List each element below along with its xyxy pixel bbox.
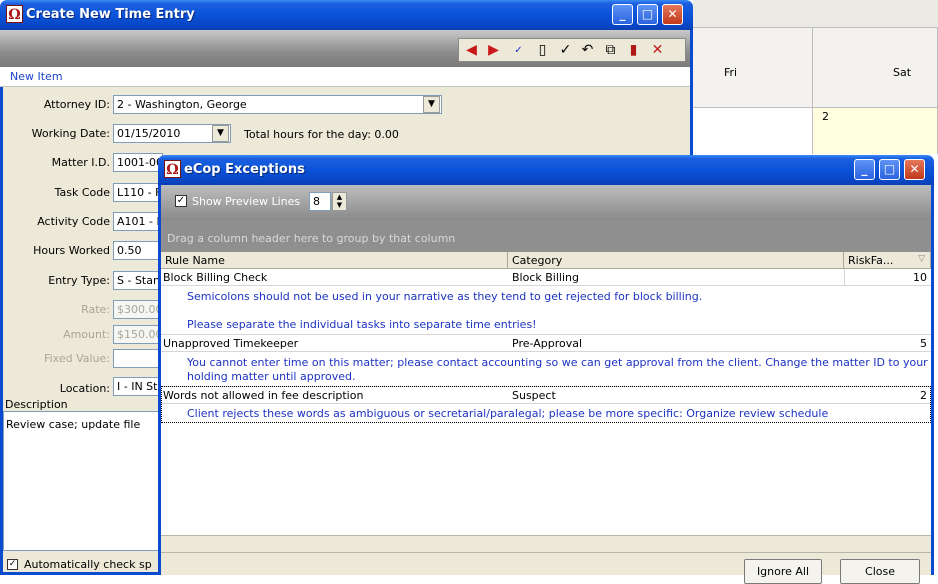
- time-entry-titlebar[interactable]: Ω Create New Time Entry _ □ ✕: [0, 0, 693, 30]
- activity-code-field[interactable]: A101 - F: [113, 212, 163, 231]
- activity-code-label: Activity Code: [37, 215, 110, 228]
- row-category: Pre-Approval: [512, 337, 583, 350]
- preview-lines-field[interactable]: 8: [309, 192, 331, 211]
- rule-name-header-text: Rule Name: [165, 254, 225, 267]
- row-preview-text: holding matter until approved.: [187, 370, 356, 383]
- sort-descending-icon: ▽: [918, 254, 925, 264]
- window-title: Create New Time Entry: [26, 7, 195, 22]
- row-rule-name: Unapproved Timekeeper: [163, 337, 299, 350]
- location-field[interactable]: I - IN Sta: [113, 377, 163, 396]
- new-item-bar: New Item: [0, 67, 690, 87]
- description-label: Description: [5, 398, 68, 411]
- row-preview-text: Please separate the individual tasks int…: [187, 318, 537, 331]
- calendar-day-header-fri: Fri: [693, 28, 813, 108]
- left-arrow-icon[interactable]: ◀: [462, 42, 481, 59]
- working-date-label: Working Date:: [31, 127, 110, 140]
- hours-worked-field[interactable]: 0.50: [113, 241, 163, 260]
- spellcheck-icon[interactable]: ✓: [509, 42, 528, 59]
- table-row[interactable]: Unapproved Timekeeper Pre-Approval 5: [161, 335, 931, 352]
- matter-id-label: Matter I.D.: [51, 156, 110, 169]
- table-row[interactable]: Block Billing Check Block Billing 10: [161, 269, 931, 286]
- auto-check-checkbox[interactable]: ✓: [7, 559, 18, 570]
- new-document-icon[interactable]: ▯: [533, 42, 552, 59]
- row-rule-name: Words not allowed in fee description: [163, 389, 364, 402]
- task-code-label: Task Code: [54, 186, 110, 199]
- amount-field: $150.00: [113, 325, 163, 344]
- attorney-id-label: Attorney ID:: [43, 98, 110, 111]
- calendar-cell-fri[interactable]: [693, 108, 813, 154]
- ecop-exceptions-dialog: Ω eCop Exceptions _ □ ✕ ✓ Show Preview L…: [158, 155, 934, 584]
- total-hours-text: Total hours for the day: 0.00: [244, 128, 399, 141]
- row-preview-text: You cannot enter time on this matter; pl…: [187, 356, 928, 369]
- table-row[interactable]: Words not allowed in fee description Sus…: [161, 387, 931, 404]
- auto-check-label: Automatically check sp: [24, 558, 152, 571]
- row-preview-text: Semicolons should not be used in your na…: [187, 290, 703, 303]
- preview-lines-spinner[interactable]: ▲ ▼: [332, 192, 347, 211]
- checkmark-icon[interactable]: ✓: [556, 42, 575, 59]
- close-label: Close: [865, 565, 895, 578]
- description-textarea[interactable]: Review case; update file: [3, 411, 163, 551]
- omega-app-icon: Ω: [164, 160, 181, 178]
- row-preview-text: Client rejects these words as ambiguous …: [187, 407, 829, 420]
- matter-id-field[interactable]: 1001-00: [113, 153, 163, 172]
- description-text: Review case; update file: [6, 418, 141, 431]
- maximize-button[interactable]: □: [637, 4, 658, 25]
- calendar-top-strip: [693, 0, 938, 28]
- entry-type-field[interactable]: S - Stan: [113, 271, 163, 290]
- show-preview-checkbox[interactable]: ✓: [175, 195, 187, 207]
- split-icon[interactable]: ⧉: [601, 42, 620, 59]
- right-arrow-icon[interactable]: ▶: [484, 42, 503, 59]
- fixed-value-label: Fixed Value:: [44, 352, 110, 365]
- row-category: Block Billing: [512, 271, 579, 284]
- risk-header-text: RiskFa...: [848, 254, 894, 267]
- rate-label: Rate:: [81, 303, 110, 316]
- day-label-sat: Sat: [893, 66, 912, 79]
- row-category: Suspect: [512, 389, 556, 402]
- exceptions-grid: Rule Name Category RiskFa... ▽ Block Bill…: [161, 252, 931, 535]
- dialog-close-button[interactable]: ✕: [904, 159, 925, 180]
- location-label: Location:: [59, 382, 110, 395]
- preview-options-bar: ✓ Show Preview Lines 8 ▲ ▼: [161, 185, 931, 220]
- task-code-field[interactable]: L110 - F: [113, 183, 163, 202]
- amount-label: Amount:: [63, 328, 110, 341]
- undo-icon[interactable]: ↶: [578, 42, 597, 59]
- new-item-label: New Item: [10, 70, 63, 83]
- column-header-rule-name[interactable]: Rule Name: [161, 252, 508, 269]
- entry-type-label: Entry Type:: [48, 274, 110, 287]
- column-header-category[interactable]: Category: [508, 252, 844, 269]
- dialog-maximize-button[interactable]: □: [879, 159, 900, 180]
- ecop-frame: ✓ Show Preview Lines 8 ▲ ▼ Drag a column …: [158, 185, 934, 584]
- group-by-panel[interactable]: Drag a column header here to group by th…: [161, 220, 931, 252]
- category-header-text: Category: [512, 254, 563, 267]
- save-icon[interactable]: ▮: [624, 42, 643, 59]
- date-dropdown-icon[interactable]: ▼: [212, 125, 229, 142]
- close-dialog-button[interactable]: Close: [840, 559, 920, 584]
- day-label-fri: Fri: [724, 66, 738, 79]
- dialog-minimize-button[interactable]: _: [854, 159, 875, 180]
- attorney-dropdown-icon[interactable]: ▼: [423, 96, 440, 113]
- row-risk: 2: [920, 389, 927, 402]
- row-rule-name: Block Billing Check: [163, 271, 268, 284]
- row-risk: 10: [913, 271, 927, 284]
- close-button[interactable]: ✕: [662, 4, 683, 25]
- delete-icon[interactable]: ✕: [648, 42, 667, 59]
- calendar-day-header-sat: Sat: [813, 28, 938, 108]
- row-risk: 5: [920, 337, 927, 350]
- attorney-id-field[interactable]: 2 - Washington, George: [113, 95, 442, 114]
- hours-worked-label: Hours Worked: [33, 244, 110, 257]
- column-header-risk-factor[interactable]: RiskFa... ▽: [844, 252, 931, 269]
- grid-footer: [161, 535, 931, 553]
- group-by-hint: Drag a column header here to group by th…: [167, 232, 456, 245]
- minimize-button[interactable]: _: [612, 4, 633, 25]
- calendar-cell-sat[interactable]: 2: [813, 108, 938, 154]
- fixed-value-field[interactable]: [113, 349, 163, 368]
- ecop-titlebar[interactable]: Ω eCop Exceptions _ □ ✕: [158, 155, 934, 185]
- show-preview-label: Show Preview Lines: [192, 195, 301, 208]
- ignore-all-label: Ignore All: [756, 565, 810, 578]
- ignore-all-button[interactable]: Ignore All: [744, 559, 822, 584]
- rate-field: $300.00: [113, 300, 163, 319]
- calendar-date: 2: [822, 110, 829, 123]
- dialog-title: eCop Exceptions: [184, 162, 305, 177]
- omega-app-icon: Ω: [6, 5, 23, 23]
